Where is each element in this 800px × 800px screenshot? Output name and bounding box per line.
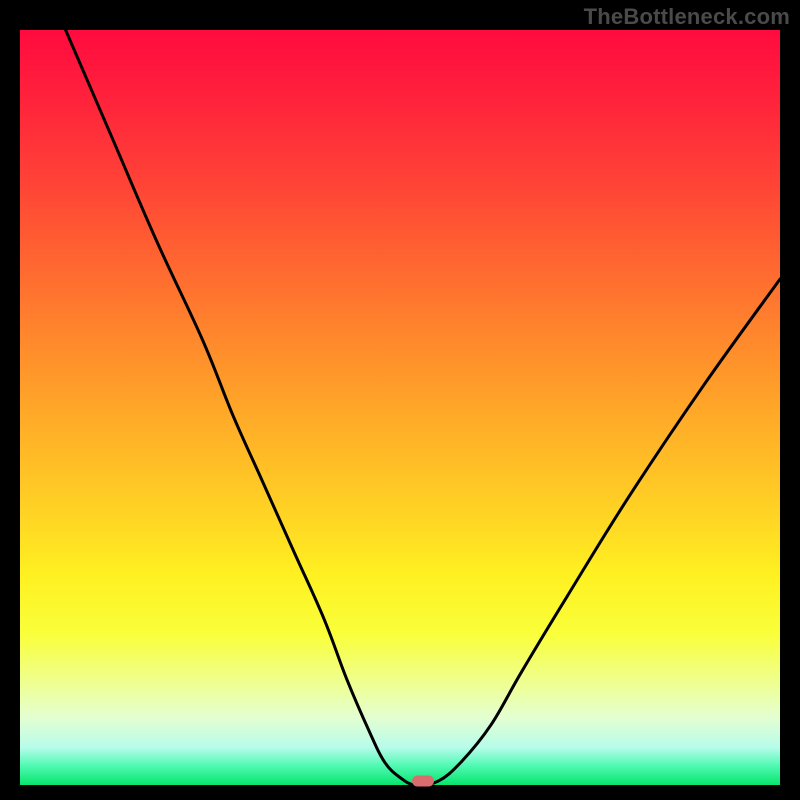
bottleneck-curve-path [66, 30, 780, 785]
watermark-text: TheBottleneck.com [584, 4, 790, 30]
optimal-point-marker [412, 776, 434, 787]
plot-area [20, 30, 780, 785]
curve-svg [20, 30, 780, 785]
chart-frame: TheBottleneck.com [0, 0, 800, 800]
